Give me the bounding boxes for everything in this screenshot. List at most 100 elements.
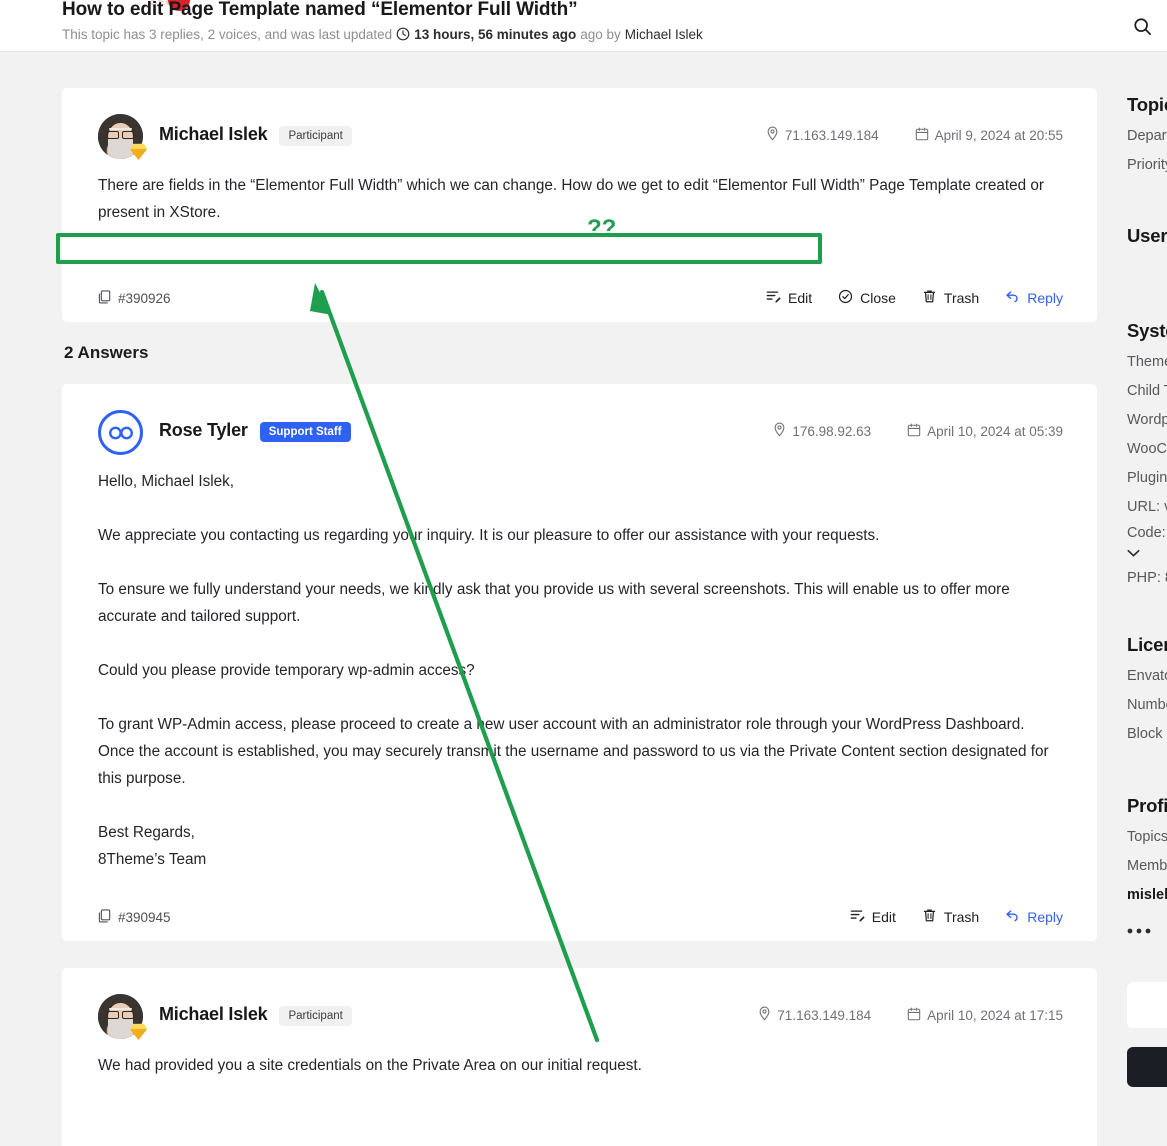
post-meta: 176.98.92.63 April 10, 2024 at 05:39 [773, 422, 1063, 440]
sidebar-item-member-since: Member since: 2024 [1127, 858, 1167, 874]
page-header: SEO How to edit Page Template named “Ele… [0, 0, 1167, 52]
page-title: How to edit Page Template named “Element… [62, 0, 578, 20]
avatar[interactable] [98, 994, 148, 1041]
calendar-icon [907, 1007, 921, 1024]
location-pin-icon [758, 1006, 771, 1024]
ellipsis-icon[interactable] [1127, 924, 1151, 934]
copy-icon [98, 289, 111, 307]
trash-button[interactable]: Trash [922, 908, 979, 926]
sidebar-item-department: Department: Support [1127, 128, 1167, 144]
post-body: We had provided you a site credentials o… [62, 1028, 1097, 1079]
trash-label: Trash [943, 909, 980, 925]
topic-meta-prefix: This topic has 3 replies, 2 voices, and … [62, 27, 393, 42]
reply-button[interactable]: Reply [1005, 289, 1063, 307]
post-ip: 176.98.92.63 [773, 422, 871, 440]
topic-last-updated: 13 hours, 56 minutes ago [414, 27, 577, 42]
sidebar-item-url[interactable]: URL: view site [1127, 499, 1167, 515]
sidebar-item-wordpress: Wordpress: 6.4.3 [1127, 412, 1167, 428]
post-footer: #391130 Edit [62, 1130, 1097, 1146]
post-ip-value: 71.163.149.184 [784, 127, 879, 143]
calendar-icon [915, 127, 929, 144]
reply-button[interactable]: Reply [1005, 908, 1063, 926]
search-icon[interactable] [1127, 11, 1157, 41]
reply-label: Reply [1027, 909, 1063, 925]
trash-label: Trash [943, 290, 980, 306]
post-id[interactable]: #390945 [98, 908, 171, 926]
sidebar-item-code: Code: 500 [1127, 525, 1167, 541]
diamond-badge-icon [129, 1022, 148, 1041]
post-body: There are fields in the “Elementor Full … [62, 148, 1097, 226]
topic-meta: This topic has 3 replies, 2 voices, and … [62, 25, 703, 42]
post-date-value: April 9, 2024 at 20:55 [934, 127, 1063, 143]
sidebar-heading-topic-info: Topic Info [1127, 94, 1167, 115]
edit-label: Edit [788, 290, 813, 306]
reply-arrow-icon [1005, 289, 1020, 307]
post-author-role-badge: Participant [279, 1006, 352, 1026]
post-date: April 10, 2024 at 05:39 [907, 423, 1063, 440]
post-meta: 71.163.149.184 April 9, 2024 at 20:55 [766, 126, 1063, 144]
post-date-value: April 10, 2024 at 05:39 [927, 423, 1063, 439]
post-actions: Edit Trash [850, 908, 1063, 926]
reply-label: Reply [1027, 290, 1063, 306]
close-button[interactable]: Close [838, 289, 896, 307]
location-pin-icon [766, 126, 779, 144]
sidebar-item-theme: Theme: XStore [1127, 354, 1167, 370]
post-paragraph: Hello, Michael Islek, [98, 473, 235, 490]
post-paragraph: There are fields in the “Elementor Full … [98, 177, 1045, 221]
post-paragraph: To grant WP-Admin access, please proceed… [98, 716, 1049, 787]
sidebar-item-block-list: Block list: No [1127, 726, 1167, 742]
post-date: April 10, 2024 at 17:15 [907, 1007, 1063, 1024]
edit-button[interactable]: Edit [850, 908, 896, 926]
post-meta: 71.163.149.184 April 10, 2024 at 17:15 [758, 1006, 1063, 1024]
reply-input[interactable] [1127, 982, 1167, 1028]
topic-author[interactable]: Michael Islek [625, 27, 703, 42]
avatar[interactable] [98, 410, 143, 455]
post-author-name[interactable]: Michael Islek [159, 1004, 268, 1025]
clock-icon [396, 27, 410, 44]
sidebar-heading-system-info: System Info [1127, 320, 1167, 341]
sidebar-heading-user-info: User Info [1127, 225, 1167, 246]
post-author-role-badge: Participant [279, 126, 352, 146]
post-id-value: #390945 [118, 909, 171, 925]
sidebar-item-topics: Topics: 3 [1127, 829, 1167, 845]
reply-arrow-icon [1005, 908, 1020, 926]
post-card: Michael Islek Participant 71.163.149.184 [62, 88, 1097, 322]
post-author-role-badge: Support Staff [259, 422, 351, 442]
post-paragraph: Best Regards, [98, 824, 195, 841]
post-id-value: #390926 [118, 290, 171, 306]
trash-button[interactable]: Trash [922, 289, 979, 307]
chevron-down-icon[interactable] [1127, 546, 1140, 561]
sidebar-item-license-count: Number of licenses: 1 [1127, 697, 1167, 713]
post-paragraph: We had provided you a site credentials o… [98, 1057, 642, 1074]
post-paragraph: 8Theme’s Team [98, 851, 207, 868]
edit-button[interactable]: Edit [766, 289, 812, 307]
trash-icon [922, 908, 937, 926]
location-pin-icon [773, 422, 786, 440]
trash-icon [922, 289, 937, 307]
calendar-icon [907, 423, 921, 440]
post-header: Michael Islek Participant 71.163.149.184 [62, 968, 1097, 1041]
close-check-icon [838, 289, 853, 307]
submit-button[interactable]: Submit [1127, 1047, 1167, 1087]
topic-meta-mid: ago by [580, 27, 621, 42]
post-ip-value: 176.98.92.63 [792, 423, 872, 439]
post-author-name[interactable]: Michael Islek [159, 124, 268, 145]
avatar-image [98, 410, 143, 455]
close-label: Close [860, 290, 896, 306]
post-date-value: April 10, 2024 at 17:15 [927, 1007, 1063, 1023]
post-ip: 71.163.149.184 [766, 126, 879, 144]
sidebar-item-envato-code: Envato Purchase Code [1127, 668, 1167, 684]
diamond-badge-icon [129, 142, 148, 161]
sidebar-heading-profile-info: Profile Info [1127, 795, 1167, 816]
post-footer: #390945 Edit Trash Reply [62, 893, 1097, 941]
post-ip-value: 71.163.149.184 [777, 1007, 872, 1023]
sidebar-item-email[interactable]: mislek@ [1127, 887, 1167, 903]
avatar[interactable] [98, 114, 148, 161]
post-author-name[interactable]: Rose Tyler [159, 420, 248, 441]
edit-icon [850, 908, 865, 926]
edit-label: Edit [871, 909, 896, 925]
post-paragraph: We appreciate you contacting us regardin… [98, 527, 880, 544]
post-id[interactable]: #390926 [98, 289, 171, 307]
post-body: Hello, Michael Islek, We appreciate you … [62, 444, 1097, 873]
edit-icon [766, 289, 781, 307]
